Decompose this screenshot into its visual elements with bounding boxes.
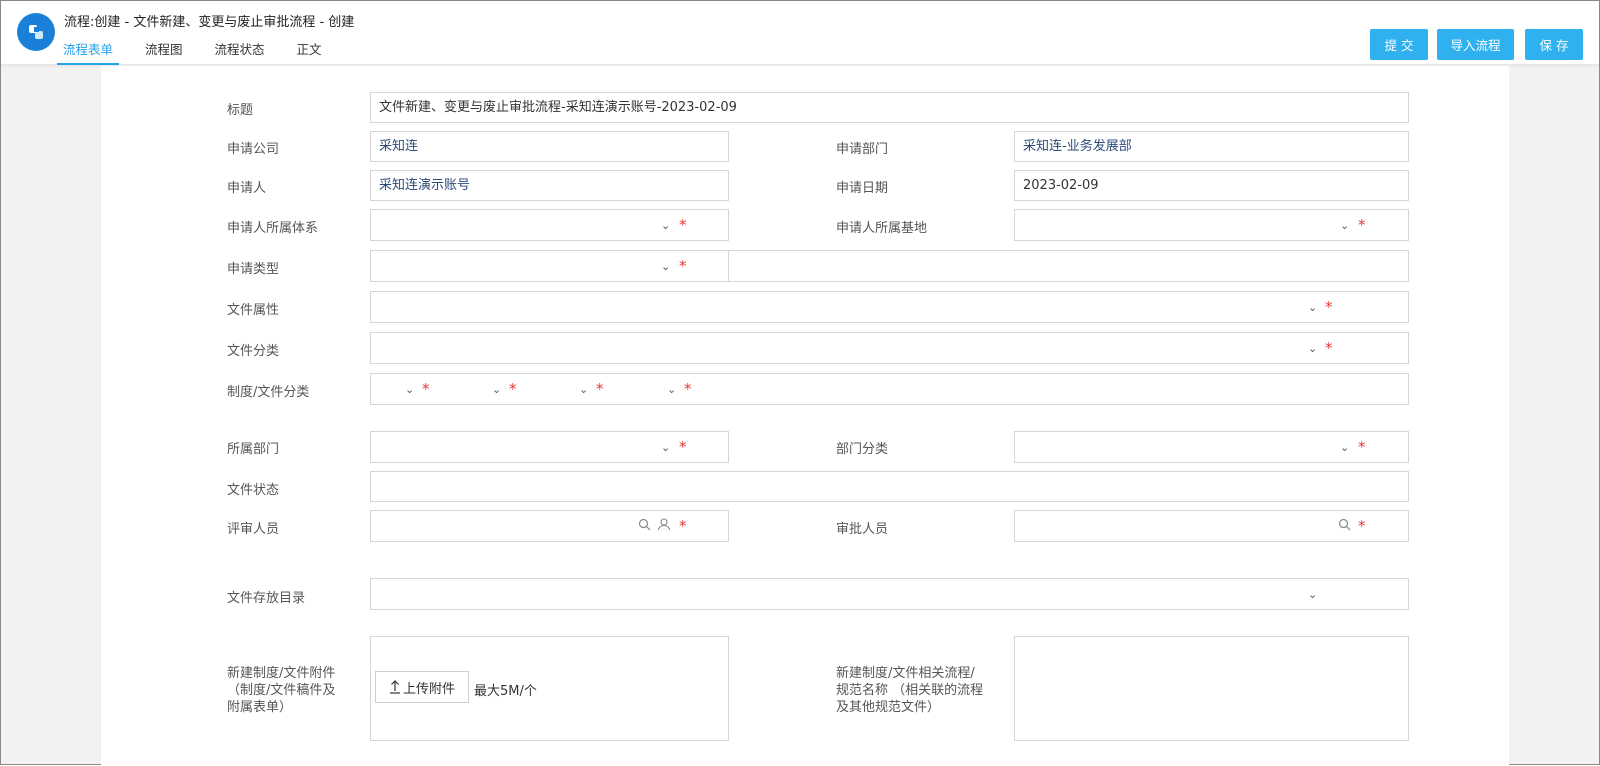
category-label: 文件分类: [227, 344, 280, 359]
page-title: 流程:创建 - 文件新建、变更与废止审批流程 - 创建: [64, 15, 355, 30]
upload-hint: 最大5M/个: [474, 684, 537, 699]
required-star-icon: *: [1325, 339, 1333, 357]
title-field[interactable]: 文件新建、变更与废止审批流程-采知连演示账号-2023-02-09: [370, 92, 1409, 123]
type-label: 申请类型: [227, 262, 280, 277]
company-field[interactable]: 采知连: [370, 131, 729, 162]
chevron-down-icon: ⌄: [1308, 588, 1318, 601]
required-star-icon: *: [422, 380, 430, 398]
search-icon[interactable]: [1338, 518, 1351, 531]
search-icon[interactable]: [638, 518, 651, 531]
chevron-down-icon[interactable]: ⌄: [405, 383, 414, 396]
base-select[interactable]: [1014, 209, 1409, 241]
chevron-down-icon[interactable]: ⌄: [492, 383, 501, 396]
owndept-label: 所属部门: [227, 442, 280, 457]
reviewer-field[interactable]: [370, 510, 729, 542]
regcat-label: 制度/文件分类: [227, 385, 310, 400]
submit-button[interactable]: 提 交: [1370, 29, 1428, 60]
required-star-icon: *: [679, 257, 687, 275]
chevron-down-icon: ⌄: [1340, 219, 1350, 232]
reviewer-label: 评审人员: [227, 522, 280, 537]
date-field[interactable]: 2023-02-09: [1014, 170, 1409, 201]
type-select[interactable]: [370, 250, 729, 282]
attach-label: 新建制度/文件附件 （制度/文件稿件及附属表单）: [227, 666, 336, 715]
tab-flow-status[interactable]: 流程状态: [209, 41, 271, 65]
dir-label: 文件存放目录: [227, 591, 306, 606]
required-star-icon: *: [679, 438, 687, 456]
chevron-down-icon[interactable]: ⌄: [667, 383, 676, 396]
tab-body-text[interactable]: 正文: [291, 41, 328, 65]
chevron-down-icon: ⌄: [661, 219, 671, 232]
system-label: 申请人所属体系: [227, 221, 319, 236]
required-star-icon: *: [509, 380, 517, 398]
header-bar: 流程:创建 - 文件新建、变更与废止审批流程 - 创建 流程表单 流程图 流程状…: [1, 1, 1599, 65]
related-textarea[interactable]: [1014, 636, 1409, 741]
chevron-down-icon: ⌄: [1308, 342, 1318, 355]
company-label: 申请公司: [227, 142, 280, 157]
app-logo-icon: [17, 13, 55, 51]
chevron-down-icon: ⌄: [661, 441, 671, 454]
status-field[interactable]: [370, 471, 1409, 502]
save-button[interactable]: 保 存: [1525, 29, 1583, 60]
chevron-down-icon: ⌄: [1308, 301, 1318, 314]
dir-select[interactable]: [370, 578, 1409, 610]
chevron-down-icon: ⌄: [661, 260, 671, 273]
required-star-icon: *: [679, 216, 687, 234]
date-label: 申请日期: [836, 181, 889, 196]
required-star-icon: *: [596, 380, 604, 398]
type-extra-field[interactable]: [728, 250, 1409, 282]
import-flow-button[interactable]: 导入流程: [1437, 29, 1514, 60]
attr-label: 文件属性: [227, 303, 280, 318]
system-select[interactable]: [370, 209, 729, 241]
dept-field[interactable]: 采知连-业务发展部: [1014, 131, 1409, 162]
title-label: 标题: [227, 103, 254, 118]
upload-icon: [389, 680, 400, 694]
deptcat-select[interactable]: [1014, 431, 1409, 463]
upload-button[interactable]: 上传附件: [375, 671, 469, 703]
upload-label: 上传附件: [402, 681, 455, 697]
required-star-icon: *: [679, 517, 687, 535]
deptcat-label: 部门分类: [836, 442, 889, 457]
user-group-icon[interactable]: [657, 517, 671, 531]
required-star-icon: *: [1325, 298, 1333, 316]
owndept-select[interactable]: [370, 431, 729, 463]
tab-flow-form[interactable]: 流程表单: [57, 41, 120, 65]
applicant-field[interactable]: 采知连演示账号: [370, 170, 729, 201]
status-label: 文件状态: [227, 483, 280, 498]
dept-label: 申请部门: [836, 142, 889, 157]
tab-flow-chart[interactable]: 流程图: [139, 41, 189, 65]
base-label: 申请人所属基地: [836, 221, 928, 236]
regcat-container: [370, 373, 1409, 405]
required-star-icon: *: [1358, 438, 1366, 456]
related-label: 新建制度/文件相关流程/规范名称 （相关联的流程及其他规范文件）: [836, 666, 984, 715]
required-star-icon: *: [1358, 517, 1366, 535]
chevron-down-icon: ⌄: [1340, 441, 1350, 454]
tab-bar: 流程表单 流程图 流程状态 正文: [57, 41, 328, 65]
approver-label: 审批人员: [836, 522, 889, 537]
chevron-down-icon[interactable]: ⌄: [579, 383, 588, 396]
required-star-icon: *: [684, 380, 692, 398]
required-star-icon: *: [1358, 216, 1366, 234]
window-frame: 流程:创建 - 文件新建、变更与废止审批流程 - 创建 流程表单 流程图 流程状…: [0, 0, 1600, 766]
applicant-label: 申请人: [227, 181, 267, 196]
attr-select[interactable]: [370, 291, 1409, 323]
category-select[interactable]: [370, 332, 1409, 364]
